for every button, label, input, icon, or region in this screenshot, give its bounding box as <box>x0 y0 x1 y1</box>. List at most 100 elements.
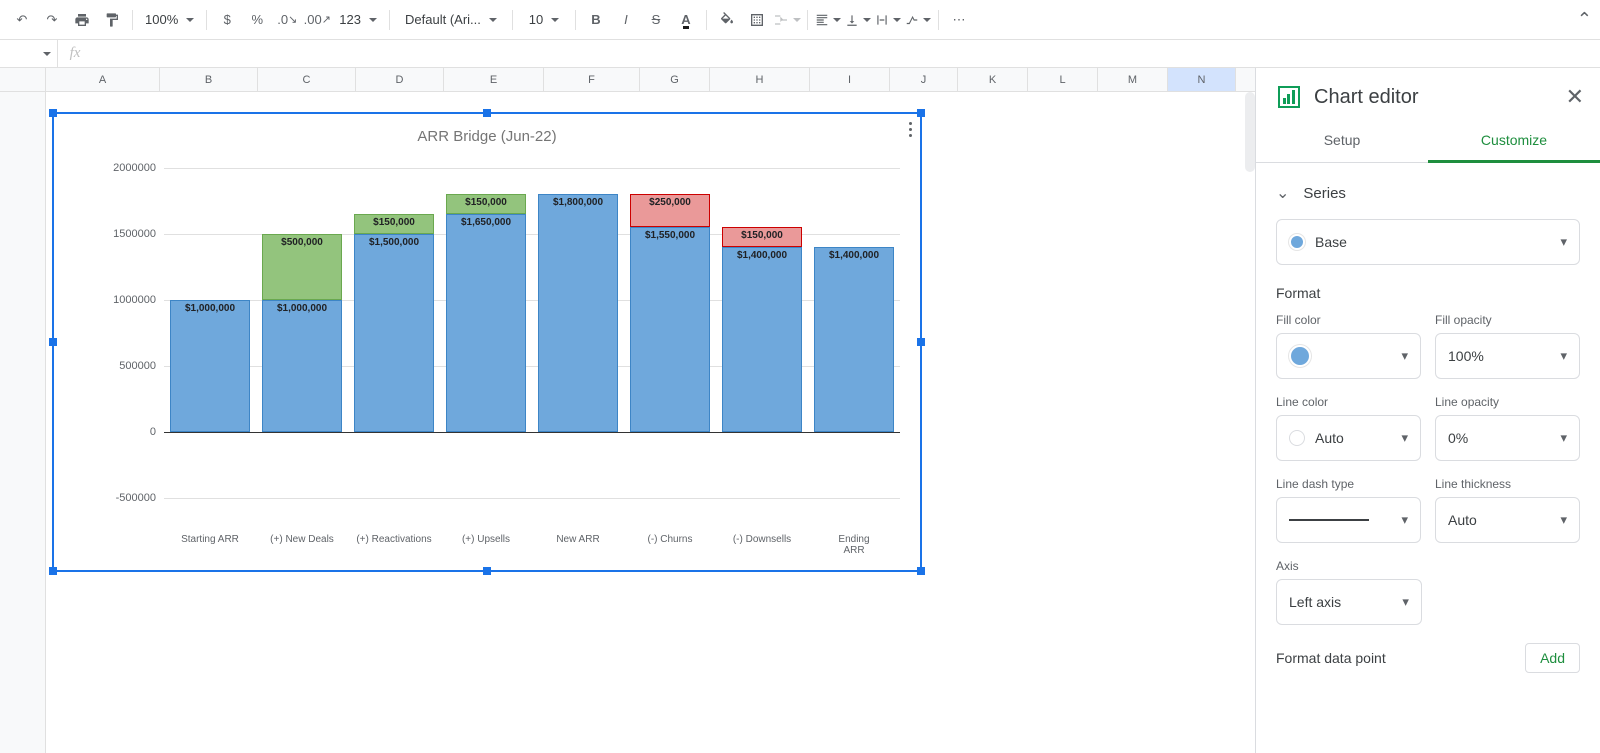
line-opacity-label: Line opacity <box>1435 395 1580 409</box>
bar-label: $1,550,000 <box>624 230 716 241</box>
chevron-down-icon: ▾ <box>1560 512 1567 528</box>
dec-decrease-button[interactable]: .0↘ <box>273 6 301 34</box>
chart-menu-icon[interactable] <box>909 122 912 137</box>
bar-label: $250,000 <box>624 197 716 208</box>
paint-format-icon[interactable] <box>98 6 126 34</box>
bar-label: $150,000 <box>348 217 440 228</box>
zoom-dropdown[interactable]: 100% <box>139 6 200 34</box>
resize-handle[interactable] <box>49 109 57 117</box>
y-tick-label: 1500000 <box>84 228 156 240</box>
valign-button[interactable] <box>844 6 872 34</box>
formula-bar: fx <box>0 40 1600 68</box>
col-header-N[interactable]: N <box>1168 68 1236 91</box>
scrollbar-vertical[interactable] <box>1245 92 1255 172</box>
fill-color-dropdown[interactable]: ▾ <box>1276 333 1421 379</box>
col-header-H[interactable]: H <box>710 68 810 91</box>
chevron-down-icon: ▾ <box>1401 512 1408 528</box>
tab-customize[interactable]: Customize <box>1428 122 1600 163</box>
line-opacity-dropdown[interactable]: 0% ▾ <box>1435 415 1580 461</box>
percent-button[interactable]: % <box>243 6 271 34</box>
collapse-toolbar-icon[interactable]: ⌃ <box>1577 9 1592 30</box>
col-header-B[interactable]: B <box>160 68 258 91</box>
rotate-button[interactable] <box>904 6 932 34</box>
line-thickness-dropdown[interactable]: Auto ▾ <box>1435 497 1580 543</box>
dec-increase-button[interactable]: .00↗ <box>303 6 331 34</box>
col-header-K[interactable]: K <box>958 68 1028 91</box>
bar-label: $500,000 <box>256 237 348 248</box>
resize-handle[interactable] <box>49 338 57 346</box>
resize-handle[interactable] <box>917 109 925 117</box>
resize-handle[interactable] <box>917 338 925 346</box>
add-button[interactable]: Add <box>1525 643 1580 673</box>
bar-label: $1,000,000 <box>256 303 348 314</box>
currency-button[interactable]: $ <box>213 6 241 34</box>
series-select[interactable]: Base ▾ <box>1276 219 1580 265</box>
line-dash-label: Line dash type <box>1276 477 1421 491</box>
bar-label: $1,650,000 <box>440 217 532 228</box>
column-headers: ABCDEFGHIJKLMN <box>0 68 1255 92</box>
y-tick-label: 500000 <box>84 360 156 372</box>
font-family-dropdown[interactable]: Default (Ari... <box>396 6 506 34</box>
undo-icon[interactable]: ↶ <box>8 6 36 34</box>
redo-icon[interactable]: ↷ <box>38 6 66 34</box>
borders-button[interactable] <box>743 6 771 34</box>
wrap-button[interactable] <box>874 6 902 34</box>
x-tick-label: New ARR <box>556 534 599 545</box>
col-header-D[interactable]: D <box>356 68 444 91</box>
bar-label: $150,000 <box>440 197 532 208</box>
print-icon[interactable] <box>68 6 96 34</box>
bar-label: $1,000,000 <box>164 303 256 314</box>
series-color-swatch <box>1289 234 1305 250</box>
col-header-L[interactable]: L <box>1028 68 1098 91</box>
line-color-label: Line color <box>1276 395 1421 409</box>
col-header-E[interactable]: E <box>444 68 544 91</box>
tab-setup[interactable]: Setup <box>1256 122 1428 162</box>
col-header-M[interactable]: M <box>1098 68 1168 91</box>
x-tick-label: (+) Upsells <box>462 534 510 545</box>
more-icon[interactable]: ⋯ <box>945 6 973 34</box>
auto-color-swatch <box>1289 430 1305 446</box>
resize-handle[interactable] <box>917 567 925 575</box>
halign-button[interactable] <box>814 6 842 34</box>
axis-label: Axis <box>1276 559 1422 573</box>
number-format-dropdown[interactable]: 123 <box>333 6 383 34</box>
chevron-down-icon: ▾ <box>1560 348 1567 364</box>
col-header-F[interactable]: F <box>544 68 640 91</box>
line-thickness-label: Line thickness <box>1435 477 1580 491</box>
col-header-G[interactable]: G <box>640 68 710 91</box>
color-swatch-icon <box>1289 345 1311 367</box>
strike-button[interactable]: S <box>642 6 670 34</box>
col-header-A[interactable]: A <box>46 68 160 91</box>
chart-editor-icon <box>1278 86 1300 108</box>
name-box[interactable] <box>0 40 58 67</box>
line-color-dropdown[interactable]: Auto ▾ <box>1276 415 1421 461</box>
text-color-button[interactable]: A <box>672 6 700 34</box>
bold-button[interactable]: B <box>582 6 610 34</box>
col-header-C[interactable]: C <box>258 68 356 91</box>
x-tick-label: (+) New Deals <box>270 534 334 545</box>
col-header-I[interactable]: I <box>810 68 890 91</box>
font-size-dropdown[interactable]: 10 <box>519 6 569 34</box>
formula-input[interactable] <box>92 40 1600 67</box>
x-axis-labels: Starting ARR(+) New Deals(+) Reactivatio… <box>164 534 900 554</box>
x-tick-label: (+) Reactivations <box>356 534 431 545</box>
fill-opacity-dropdown[interactable]: 100% ▾ <box>1435 333 1580 379</box>
select-all-corner[interactable] <box>0 68 46 91</box>
italic-button[interactable]: I <box>612 6 640 34</box>
col-header-J[interactable]: J <box>890 68 958 91</box>
grid-body[interactable]: ARR Bridge (Jun-22) -5000000500000100000… <box>46 92 1255 753</box>
format-section-label: Format <box>1276 285 1580 301</box>
resize-handle[interactable] <box>483 567 491 575</box>
chevron-down-icon: ▾ <box>1402 594 1409 610</box>
fill-color-button[interactable] <box>713 6 741 34</box>
embedded-chart[interactable]: ARR Bridge (Jun-22) -5000000500000100000… <box>52 112 922 572</box>
resize-handle[interactable] <box>49 567 57 575</box>
axis-dropdown[interactable]: Left axis ▾ <box>1276 579 1422 625</box>
series-accordion[interactable]: ⌄ Series <box>1276 177 1580 219</box>
resize-handle[interactable] <box>483 109 491 117</box>
fx-icon: fx <box>58 45 92 62</box>
line-dash-dropdown[interactable]: ▾ <box>1276 497 1421 543</box>
close-icon[interactable]: ✕ <box>1566 84 1584 110</box>
y-tick-label: -500000 <box>84 492 156 504</box>
merge-button[interactable] <box>773 6 801 34</box>
